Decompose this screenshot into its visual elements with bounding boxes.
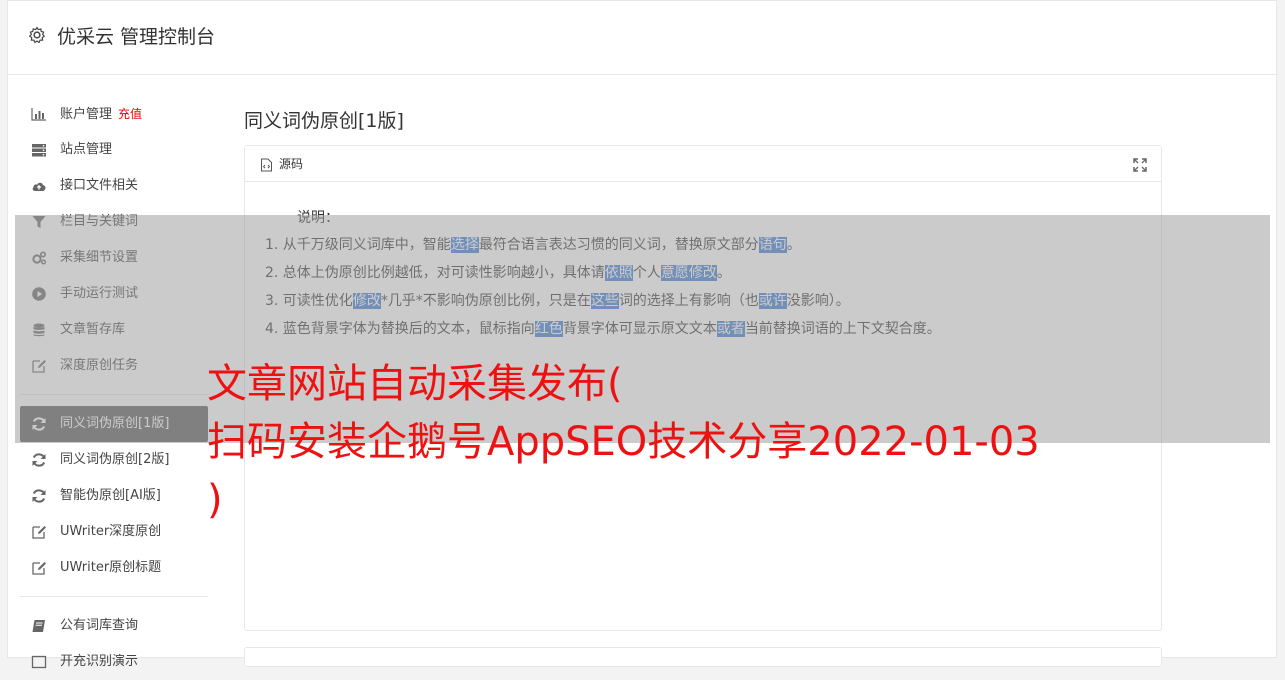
- sidebar-item-2[interactable]: 同义词伪原创[2版]: [20, 442, 210, 478]
- headline-line-3: ): [207, 477, 223, 523]
- sidebar-item-1[interactable]: 账户管理 充值: [20, 96, 210, 132]
- result-panel: [244, 647, 1162, 667]
- sidebar-item-label: UWriter深度原创: [60, 524, 162, 539]
- panel-label: 源码: [279, 157, 304, 171]
- book-icon: [30, 618, 47, 634]
- page-title: 同义词伪原创[1版]: [244, 110, 404, 132]
- sidebar-item-4[interactable]: UWriter深度原创: [20, 514, 210, 550]
- sidebar-item-3[interactable]: 智能伪原创[AI版]: [20, 478, 210, 514]
- sidebar-item-label: 接口文件相关: [60, 178, 139, 193]
- cloud-upload-icon: [30, 178, 47, 194]
- app-title: 优采云 管理控制台: [57, 26, 216, 48]
- sidebar-item-1[interactable]: 公有词库查询: [20, 608, 210, 644]
- refresh-icon: [30, 488, 47, 504]
- server-icon: [30, 142, 47, 158]
- overlay-headline: 文章网站自动采集发布( 扫码安装企鹅号AppSEO技术分享2022-01-03 …: [207, 355, 1107, 529]
- bar-chart-icon: [30, 106, 47, 122]
- sidebar-item-label: UWriter原创标题: [60, 560, 162, 575]
- refresh-icon: [30, 452, 47, 468]
- sidebar-item-label: 账户管理: [60, 107, 113, 122]
- expand-icon[interactable]: [1133, 157, 1147, 172]
- sidebar-item-label: 智能伪原创[AI版]: [60, 488, 161, 503]
- sidebar-item-label: 开充识别演示: [60, 654, 139, 669]
- sidebar-item-2[interactable]: 站点管理: [20, 132, 210, 168]
- top-bar: 优采云 管理控制台: [8, 1, 1276, 75]
- sidebar-item-label: 站点管理: [60, 142, 113, 157]
- square-icon: [30, 654, 47, 670]
- sidebar-item-2[interactable]: 开充识别演示: [20, 644, 210, 680]
- sidebar-item-label: 公有词库查询: [60, 618, 139, 633]
- edit-icon: [30, 560, 47, 576]
- headline-line-1: 文章网站自动采集发布(: [207, 361, 623, 407]
- headline-line-2: 扫码安装企鹅号AppSEO技术分享2022-01-03: [207, 419, 1040, 465]
- nav-divider: [20, 596, 208, 597]
- sidebar-item-label: 同义词伪原创[2版]: [60, 452, 170, 467]
- recharge-link[interactable]: 充值: [118, 107, 142, 121]
- code-file-icon: [260, 157, 273, 172]
- panel-header: 源码: [245, 146, 1161, 182]
- gear-icon[interactable]: [28, 26, 46, 44]
- edit-icon: [30, 524, 47, 540]
- sidebar-item-3[interactable]: 接口文件相关: [20, 168, 210, 204]
- sidebar-item-5[interactable]: UWriter原创标题: [20, 550, 210, 586]
